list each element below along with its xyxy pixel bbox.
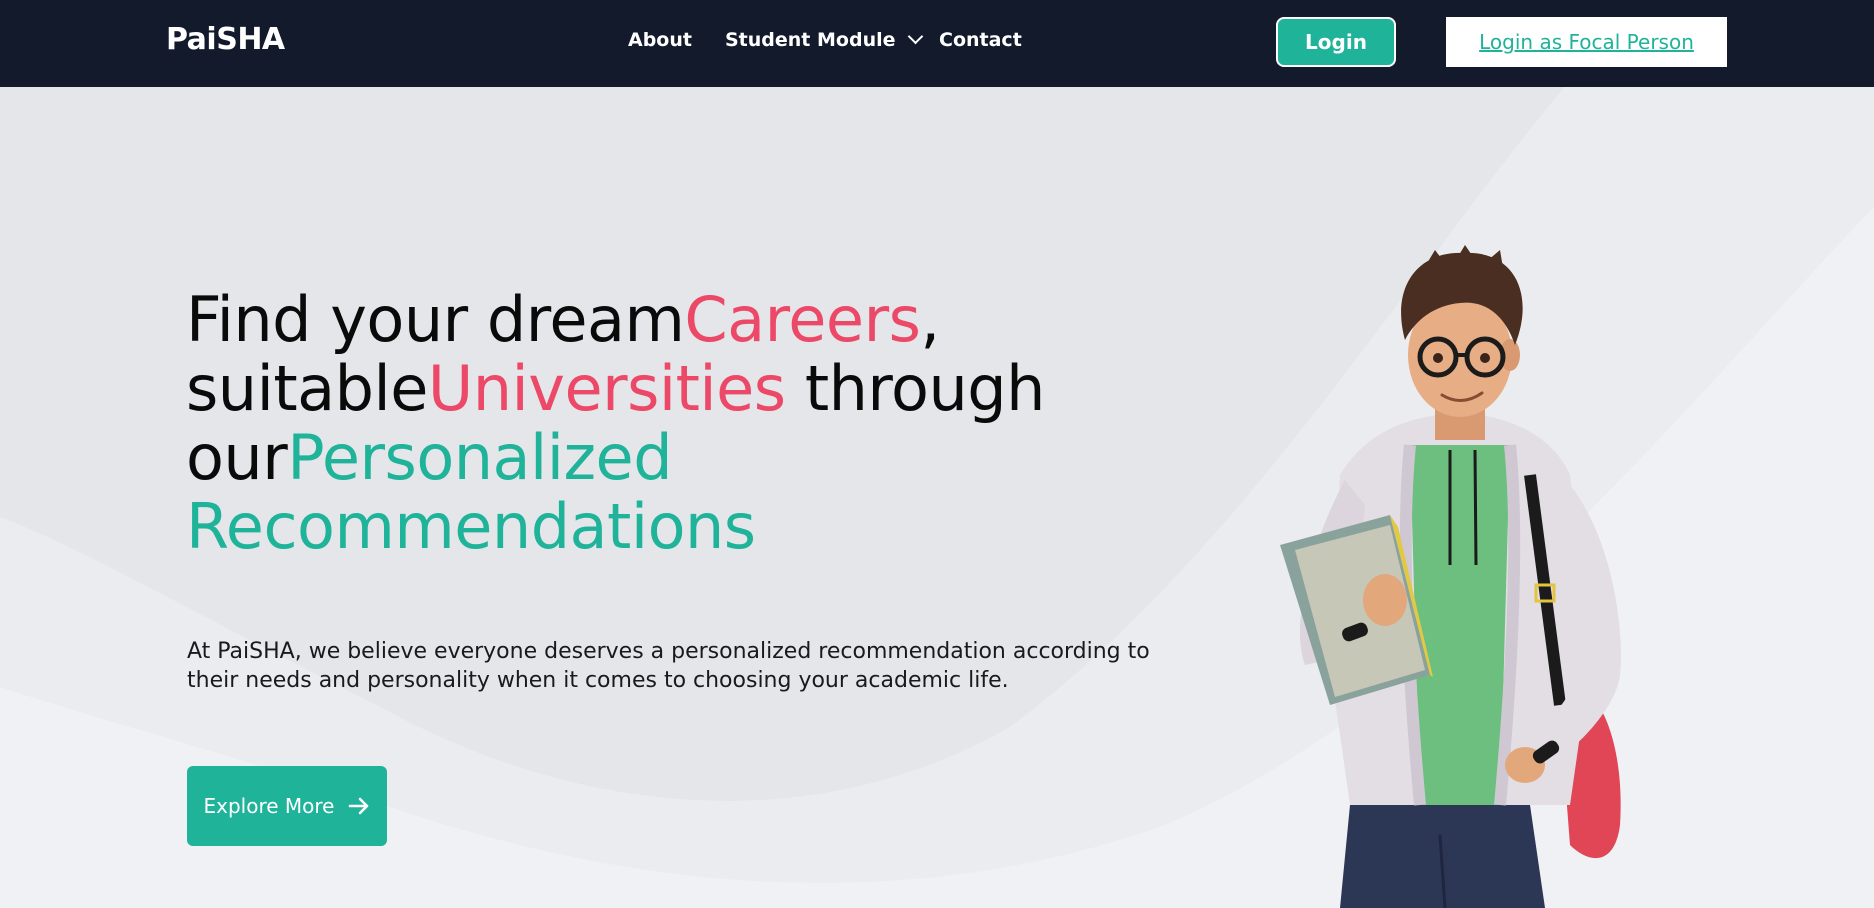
login-button[interactable]: Login xyxy=(1276,17,1396,67)
chevron-down-icon xyxy=(907,28,923,45)
brand-logo[interactable]: PaiSHA xyxy=(166,22,285,57)
top-navbar: PaiSHA About Student Module Contact Logi… xyxy=(0,0,1874,87)
headline-recommendations: Recommendations xyxy=(186,490,756,563)
nav-link-student-module[interactable]: Student Module xyxy=(725,28,923,51)
headline-text-2: suitable xyxy=(186,352,428,425)
headline-text-1: Find your dream xyxy=(186,283,685,356)
headline-careers: Careers xyxy=(684,283,921,356)
headline-text-3: through xyxy=(785,352,1046,425)
hero-tagline: At PaiSHA, we believe everyone deserves … xyxy=(187,639,1150,693)
login-focal-person-button[interactable]: Login as Focal Person xyxy=(1446,17,1727,67)
headline-text-4: our xyxy=(186,421,288,494)
headline-comma: , xyxy=(920,283,940,356)
headline-universities: Universities xyxy=(427,352,786,425)
headline-personalized: Personalized xyxy=(287,421,673,494)
nav-link-contact[interactable]: Contact xyxy=(939,29,1022,51)
nav-link-about[interactable]: About xyxy=(628,29,692,51)
explore-more-label: Explore More xyxy=(203,794,335,818)
nav-link-student-module-label: Student Module xyxy=(725,29,896,51)
hero-headline: Find your dreamCareers, suitableUniversi… xyxy=(186,285,1086,561)
student-illustration xyxy=(1280,245,1621,908)
landing-page: PaiSHA About Student Module Contact Logi… xyxy=(0,0,1874,908)
arrow-right-icon xyxy=(348,797,368,815)
explore-more-button[interactable]: Explore More xyxy=(187,766,387,846)
